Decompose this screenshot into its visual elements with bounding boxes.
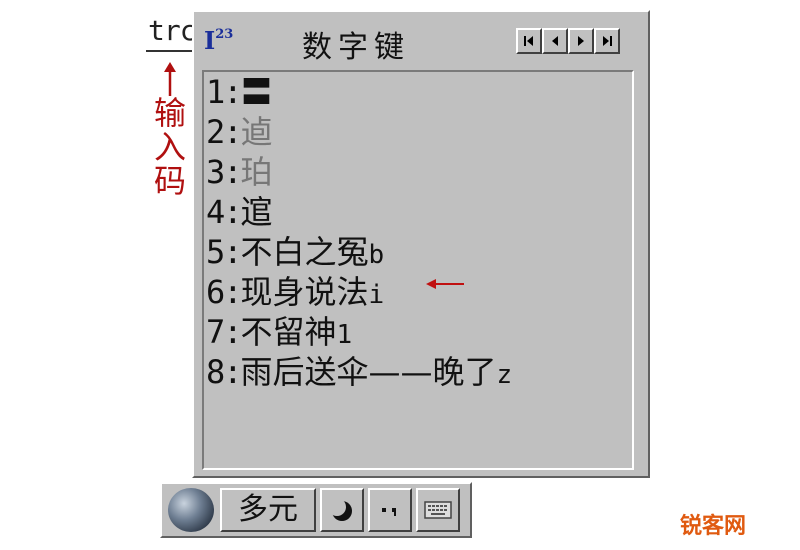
- candidate-suffix: i: [368, 280, 385, 310]
- candidate-item-5[interactable]: 5:不白之冤b: [206, 232, 384, 275]
- first-page-button[interactable]: [516, 28, 542, 54]
- candidate-text: 不留神: [240, 313, 337, 351]
- candidate-item-7[interactable]: 7:不留神1: [206, 312, 352, 355]
- candidate-text: 〓: [240, 73, 273, 111]
- candidate-text: 现身说法: [240, 273, 369, 311]
- input-code-text: trc: [148, 14, 197, 47]
- label-char: 码: [153, 162, 186, 200]
- numeric-mode-icon[interactable]: I23: [204, 26, 233, 55]
- candidate-suffix: z: [496, 360, 513, 390]
- candidate-number: 4:: [206, 193, 243, 231]
- candidate-number: 6:: [206, 273, 243, 311]
- candidate-list: 1:〓 2:逌 3:珀 4:逭 5:不白之冤b 6:现身说法i 7:不留神1 8…: [202, 70, 634, 470]
- up-arrow-icon: [164, 62, 176, 96]
- ime-status-bar: 多元: [160, 482, 472, 538]
- mode-icon-main: I: [204, 26, 216, 55]
- candidate-number: 2:: [206, 113, 243, 151]
- input-code-label: 输 入 码: [150, 96, 190, 198]
- candidate-text: 雨后送伞——晚了: [240, 353, 497, 391]
- next-page-button[interactable]: [568, 28, 594, 54]
- candidate-text: 不白之冤: [240, 233, 369, 271]
- soft-keyboard-icon: [424, 501, 452, 519]
- next-page-icon: [578, 36, 584, 46]
- mode-icon-sup: 23: [215, 27, 234, 42]
- page-buttons: [516, 28, 620, 54]
- candidate-suffix: b: [368, 240, 385, 270]
- punctuation-icon: [382, 508, 396, 516]
- candidate-number: 8:: [206, 353, 243, 391]
- last-page-button[interactable]: [594, 28, 620, 54]
- half-moon-icon: [328, 498, 352, 521]
- label-char: 输: [153, 94, 186, 132]
- window-title: 数字键: [302, 30, 410, 65]
- punctuation-button[interactable]: [368, 488, 412, 532]
- candidate-number: 3:: [206, 153, 243, 191]
- candidate-item-3[interactable]: 3:珀: [206, 152, 273, 195]
- candidate-item-4[interactable]: 4:逭: [206, 192, 273, 235]
- candidate-text: 逭: [240, 193, 273, 231]
- half-width-button[interactable]: [320, 488, 364, 532]
- last-page-icon: [603, 36, 612, 46]
- prev-page-icon: [552, 36, 558, 46]
- first-page-icon: [524, 36, 533, 46]
- candidate-item-6[interactable]: 6:现身说法i: [206, 272, 384, 315]
- candidate-number: 7:: [206, 313, 243, 351]
- prev-page-button[interactable]: [542, 28, 568, 54]
- candidate-text: 珀: [240, 153, 273, 191]
- candidate-number: 5:: [206, 233, 243, 271]
- candidate-item-8[interactable]: 8:雨后送伞——晚了z: [206, 352, 512, 395]
- candidate-title-bar[interactable]: I23 数字键: [194, 12, 648, 65]
- candidate-item-2[interactable]: 2:逌: [206, 112, 273, 155]
- label-char: 入: [153, 128, 186, 166]
- candidate-item-1[interactable]: 1:〓: [206, 72, 273, 115]
- soft-keyboard-button[interactable]: [416, 488, 460, 532]
- globe-icon[interactable]: [168, 488, 214, 532]
- candidate-text: 逌: [240, 113, 273, 151]
- left-arrow-icon: [426, 279, 464, 289]
- watermark-text: 锐客网: [680, 514, 747, 539]
- input-mode-button[interactable]: 多元: [220, 488, 316, 532]
- candidate-number: 1:: [206, 73, 243, 111]
- candidate-window: I23 数字键 1:〓 2:逌 3:珀 4:逭 5:不白之冤b 6:现身说法i …: [192, 10, 650, 478]
- input-code-underline: [146, 50, 192, 52]
- candidate-suffix: 1: [336, 320, 353, 350]
